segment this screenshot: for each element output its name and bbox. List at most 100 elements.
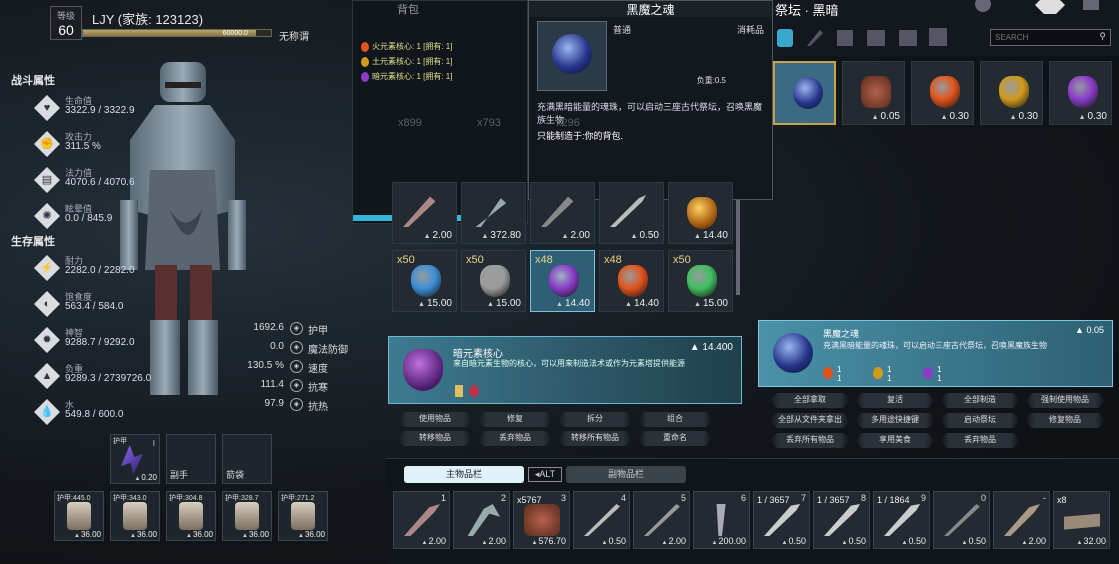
hotbar-slot[interactable]: 22.00 (453, 491, 510, 549)
lightning-icon (121, 445, 143, 475)
filter-tool-icon[interactable] (899, 30, 917, 46)
armor-weight: 36.00 (298, 530, 325, 539)
hotbar-slot[interactable]: 6 200.00 (693, 491, 750, 549)
backpack-slot[interactable]: x50 15.00 (392, 250, 457, 312)
hotbar-weight: 2.00 (482, 536, 506, 546)
main-inventory-tab[interactable]: 主物品栏 (404, 466, 524, 483)
filter-armor-icon[interactable] (837, 30, 853, 46)
backpack-action-button[interactable]: 拆分 (558, 412, 632, 427)
backpack-slot[interactable]: 2.00 (392, 182, 457, 244)
altar-slot[interactable]: 0.30 (1049, 61, 1112, 125)
element-core-icon (923, 367, 933, 379)
faded-quantity: x793 (477, 117, 501, 129)
armor-slot-2[interactable]: 护甲:304.836.00 (166, 491, 216, 541)
filter-all-icon[interactable] (777, 29, 793, 47)
backpack-action-button[interactable]: 组合 (638, 412, 712, 427)
hotbar-slot[interactable]: 3x5767576.70 (513, 491, 570, 549)
backpack-slot[interactable]: 2.00 (530, 182, 595, 244)
backpack-slot[interactable]: x50 15.00 (668, 250, 733, 312)
armor-slot-3[interactable]: 护甲:328.736.00 (222, 491, 272, 541)
element-core-icon (549, 265, 579, 297)
backpack-action-button[interactable]: 使用物品 (398, 412, 472, 427)
slot-weight: 372.80 (481, 230, 521, 241)
altar-slot[interactable] (773, 61, 836, 125)
backpack-slot[interactable]: 14.40 (668, 182, 733, 244)
hotbar-weight: 0.50 (902, 536, 926, 546)
material-have: 1 (937, 374, 942, 383)
altar-search-box[interactable]: ⚲ (990, 29, 1111, 46)
equip-slot-2[interactable]: 箭袋 (222, 434, 272, 484)
earth-core-icon (687, 197, 717, 229)
altar-item-icon (930, 76, 960, 108)
backpack-slot[interactable]: x48 14.40 (599, 250, 664, 312)
backpack-slot[interactable]: x48 14.40 (530, 250, 595, 312)
hotbar-slot[interactable]: 52.00 (633, 491, 690, 549)
altar-slot[interactable]: 0.05 (842, 61, 905, 125)
backpack-tab[interactable]: 背包 (397, 1, 419, 17)
backpack-scrollbar[interactable] (736, 195, 740, 295)
altar-action-button[interactable]: 全部制造 (940, 393, 1020, 408)
equip-slot-1[interactable]: 副手 (166, 434, 216, 484)
altar-action-button[interactable]: 启动祭坛 (940, 413, 1020, 428)
hotbar-slot[interactable]: 00.50 (933, 491, 990, 549)
cog-icon[interactable] (975, 0, 991, 12)
backpack-slot[interactable]: 0.50 (599, 182, 664, 244)
backpack-action-button[interactable]: 丢弃物品 (478, 431, 552, 446)
hotbar-slot[interactable]: 8 1 / 3657 0.50 (813, 491, 870, 549)
selected-backpack-item[interactable]: 暗元素核心 来自暗元素生物的核心，可以用来制造法术或作为元素塔提供能源 ▲ 14… (388, 336, 742, 404)
altar-action-button[interactable]: 全部拿取 (770, 393, 850, 408)
armor-slot-0[interactable]: 护甲:445.036.00 (54, 491, 104, 541)
altar-action-button[interactable]: 多用途快捷键 (855, 413, 935, 428)
altar-slot[interactable]: 0.30 (980, 61, 1043, 125)
material-need: 1 (937, 365, 942, 374)
hotbar-detail: x8 (1057, 495, 1067, 505)
altar-action-button[interactable]: 享用美食 (855, 433, 935, 448)
hotbar-slot[interactable]: 9 1 / 1864 0.50 (873, 491, 930, 549)
tool-icon (541, 196, 574, 227)
filter-weapon-icon[interactable] (807, 30, 823, 46)
altar-action-button[interactable]: 复活 (855, 393, 935, 408)
backpack-action-button[interactable]: 转移所有物品 (558, 431, 632, 446)
tooltip-title: 黑魔之魂 (529, 1, 772, 17)
resist-value: 111.4 (260, 379, 284, 390)
hotbar-slot[interactable]: 12.00 (393, 491, 450, 549)
altar-item-desc: 充满黑暗能量的魂珠，可以启动三座古代祭坛，召唤黑魔族生物 (823, 341, 1047, 350)
altar-action-button[interactable]: 丢弃物品 (940, 433, 1020, 448)
slot-quantity: x50 (466, 254, 484, 266)
armor-slot-1[interactable]: 护甲:343.036.00 (110, 491, 160, 541)
filter-fire-icon[interactable] (867, 30, 885, 46)
backpack-slot[interactable]: 372.80 (461, 182, 526, 244)
hotbar-weight: 0.50 (782, 536, 806, 546)
tooltip-type: 消耗品 (736, 25, 764, 35)
hotbar-slot[interactable]: 40.50 (573, 491, 630, 549)
hotbar-slot[interactable]: 7 1 / 3657 0.50 (753, 491, 810, 549)
xp-value: 60000.0 (83, 30, 256, 37)
filter-building-icon[interactable] (929, 28, 947, 46)
altar-action-button[interactable]: 修复物品 (1025, 413, 1105, 428)
altar-icon[interactable] (1035, 0, 1065, 14)
search-icon[interactable]: ⚲ (1099, 31, 1106, 42)
sub-inventory-tab[interactable]: 副物品栏 (566, 466, 686, 483)
altar-action-button[interactable]: 丢弃所有物品 (770, 433, 850, 448)
brain-icon: ✹ (34, 327, 60, 353)
altar-action-button[interactable]: 强制使用物品 (1025, 393, 1105, 408)
tool-icon (403, 196, 436, 227)
equip-slot-0[interactable]: 护甲 I 0.20 (110, 434, 160, 484)
backpack-slot[interactable]: x50 15.00 (461, 250, 526, 312)
alt-key[interactable]: ◂ALT (528, 467, 562, 482)
hotbar-item-icon (467, 504, 500, 536)
altar-header: 祭坛 · 黑暗 ⚲ (773, 0, 1119, 56)
backpack-action-button[interactable]: 转移物品 (398, 431, 472, 446)
resist-icon: ◈ (290, 398, 303, 411)
backpack-action-button[interactable]: 重命名 (638, 431, 712, 446)
backpack-action-button[interactable]: 修复 (478, 412, 552, 427)
hotbar-key: 7 (800, 493, 806, 503)
scroll-icon[interactable] (1083, 0, 1099, 10)
armor-slot-4[interactable]: 护甲:271.236.00 (278, 491, 328, 541)
altar-selected-item[interactable]: 黑魔之魂 充满黑暗能量的魂珠，可以启动三座古代祭坛，召唤黑魔族生物 ▲ 0.05… (758, 320, 1113, 387)
altar-action-button[interactable]: 全部从文件夹拿出 (770, 413, 850, 428)
hotbar-slot[interactable]: - 2.00 (993, 491, 1050, 549)
search-input[interactable] (991, 30, 1091, 45)
hotbar-slot[interactable]: x8 32.00 (1053, 491, 1110, 549)
altar-slot[interactable]: 0.30 (911, 61, 974, 125)
